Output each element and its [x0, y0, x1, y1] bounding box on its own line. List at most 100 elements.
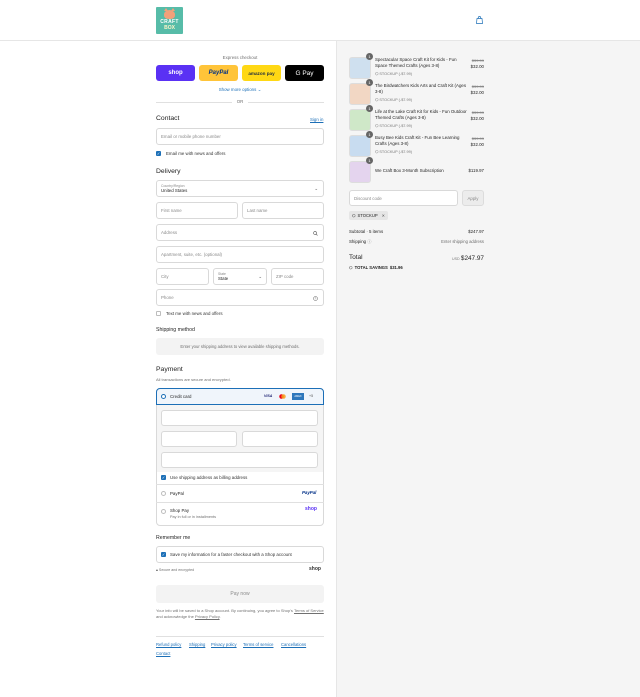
currency-code: USD [452, 257, 460, 261]
privacy-policy-link[interactable]: Privacy Policy [195, 614, 220, 619]
delivery-heading: Delivery [156, 168, 181, 175]
sign-in-link[interactable]: Sign in [310, 117, 323, 122]
country-value: United States [161, 188, 188, 193]
footer-divider [156, 636, 324, 637]
zip-code-field[interactable]: ZIP code [271, 268, 324, 285]
shopping-bag-icon[interactable] [476, 16, 483, 24]
apartment-field[interactable]: Apartment, suite, etc. (optional) [156, 246, 324, 263]
discount-code-applied: STOCKUP (-$7.99) [379, 72, 412, 76]
shipping-method-notice: Enter your shipping address to view avai… [156, 338, 324, 355]
remember-me-heading: Remember me [156, 535, 191, 541]
express-checkout-title: Express checkout [222, 55, 258, 60]
paypal-radio[interactable] [161, 491, 166, 496]
craft-box-logo[interactable]: CRAFT BOX [156, 7, 183, 34]
quantity-badge: 1 [366, 157, 373, 164]
phone-field[interactable]: Phone ? [156, 289, 324, 306]
original-price: $39.99 [471, 84, 484, 89]
save-info-checkbox[interactable]: ✓ [161, 552, 166, 557]
text-news-checkbox[interactable] [156, 311, 161, 316]
discount-tag: ⌬ STOCKUP (-$7.99) [375, 123, 412, 128]
shop-pay-option-label: Shop Pay [170, 508, 190, 513]
item-price: $32.00 [470, 90, 484, 95]
remove-discount-icon[interactable]: ✕ [382, 213, 386, 218]
legal-text: Your info will be saved to a Shop accoun… [156, 608, 324, 620]
amazon-pay-button[interactable]: amazon pay [242, 65, 281, 81]
help-circle-icon[interactable]: ? [313, 296, 318, 301]
credit-card-radio[interactable] [161, 394, 166, 399]
discount-tag: ⌬ STOCKUP (-$7.99) [375, 97, 412, 102]
cat-mascot-icon [164, 8, 175, 19]
contact-heading: Contact [156, 115, 180, 122]
quantity-badge: 1 [366, 105, 373, 112]
legal-period: . [219, 614, 221, 619]
item-price: $119.97 [468, 168, 484, 173]
divider-right [248, 102, 324, 103]
phone-placeholder: Phone [161, 295, 174, 300]
tag-icon: ⌬ [375, 150, 379, 154]
pay-now-button[interactable]: Pay now [156, 585, 324, 603]
card-expiry-field[interactable] [161, 431, 237, 447]
apply-discount-button[interactable]: Apply [462, 190, 484, 206]
paypal-button[interactable]: PayPal [199, 65, 238, 81]
quantity-badge: 1 [366, 53, 373, 60]
product-thumbnail [349, 135, 371, 157]
tag-icon: ⌬ [375, 98, 379, 102]
city-field[interactable]: City [156, 268, 209, 285]
email-field[interactable]: Email or mobile phone number [156, 128, 324, 145]
total-savings-value: $31.96 [389, 265, 403, 270]
first-name-field[interactable]: First name [156, 202, 238, 219]
legal-and: and acknowledge the [156, 614, 194, 619]
shop-pay-subtitle: Pay in full or in installments [170, 515, 217, 519]
footer-terms-link[interactable]: Terms of service [243, 642, 273, 647]
discount-code-applied: STOCKUP (-$7.99) [379, 98, 412, 102]
email-news-checkbox[interactable]: ✓ [156, 151, 161, 156]
footer-contact-link[interactable]: Contact [156, 651, 170, 656]
show-more-options-link[interactable]: Show more options ⌄ [156, 87, 324, 93]
tag-icon: ⌬ [375, 124, 379, 128]
or-divider-label: OR [236, 99, 244, 104]
country-select[interactable]: Country/Region United States ⌄ [156, 180, 324, 197]
card-cvv-field[interactable] [242, 431, 318, 447]
shop-pay-radio[interactable] [161, 509, 166, 514]
search-icon [313, 231, 318, 236]
text-news-label: Text me with news and offers [166, 311, 223, 316]
item-price: $32.00 [470, 116, 484, 121]
terms-of-service-link[interactable]: Terms of Service [294, 608, 324, 613]
info-icon[interactable]: ⓘ [367, 239, 371, 244]
divider-left [156, 102, 232, 103]
footer-privacy-policy-link[interactable]: Privacy policy [211, 642, 237, 647]
chevron-down-icon: ⌄ [258, 274, 262, 279]
chevron-down-icon: ⌄ [257, 87, 262, 92]
footer-cancellations-link[interactable]: Cancellations [281, 642, 306, 647]
total-value: $247.97 [460, 255, 484, 262]
shop-pay-button[interactable]: shop [156, 65, 195, 81]
footer-refund-policy-link[interactable]: Refund policy [156, 642, 181, 647]
card-name-field[interactable] [161, 452, 318, 468]
product-thumbnail [349, 57, 371, 79]
paypal-logo-icon: PayPal [302, 490, 317, 495]
google-pay-button[interactable]: G Pay [285, 65, 324, 81]
card-number-field[interactable] [161, 410, 318, 426]
last-name-field[interactable]: Last name [242, 202, 324, 219]
shipping-label: Shipping [349, 239, 367, 244]
footer-shipping-link[interactable]: Shipping [189, 642, 205, 647]
billing-same-label: Use shipping address as billing address [170, 475, 248, 480]
address-field[interactable]: Address [156, 224, 324, 241]
credit-card-label: Credit card [170, 394, 192, 399]
save-info-label: Save my information for a faster checkou… [170, 552, 292, 557]
site-header: CRAFT BOX [0, 0, 640, 41]
product-thumbnail [349, 83, 371, 105]
discount-code-field[interactable]: Discount code [349, 190, 458, 206]
secure-label: Secure and encrypted [158, 568, 195, 572]
total-savings-label: TOTAL SAVINGS [354, 265, 388, 270]
shipping-row-label: Shipping ⓘ [349, 239, 371, 245]
item-price: $32.00 [470, 64, 484, 69]
state-select[interactable]: State State ⌄ [213, 268, 267, 285]
shop-logo-icon: shop [305, 506, 317, 512]
visa-icon: VISA [264, 394, 273, 398]
applied-discount-code: STOCKUP [357, 213, 378, 218]
lock-icon: 🔒︎ [156, 568, 158, 572]
discount-tag: ⌬ STOCKUP (-$7.99) [375, 149, 412, 154]
billing-same-checkbox[interactable]: ✓ [161, 475, 166, 480]
tag-icon: ⌬ [349, 265, 353, 270]
